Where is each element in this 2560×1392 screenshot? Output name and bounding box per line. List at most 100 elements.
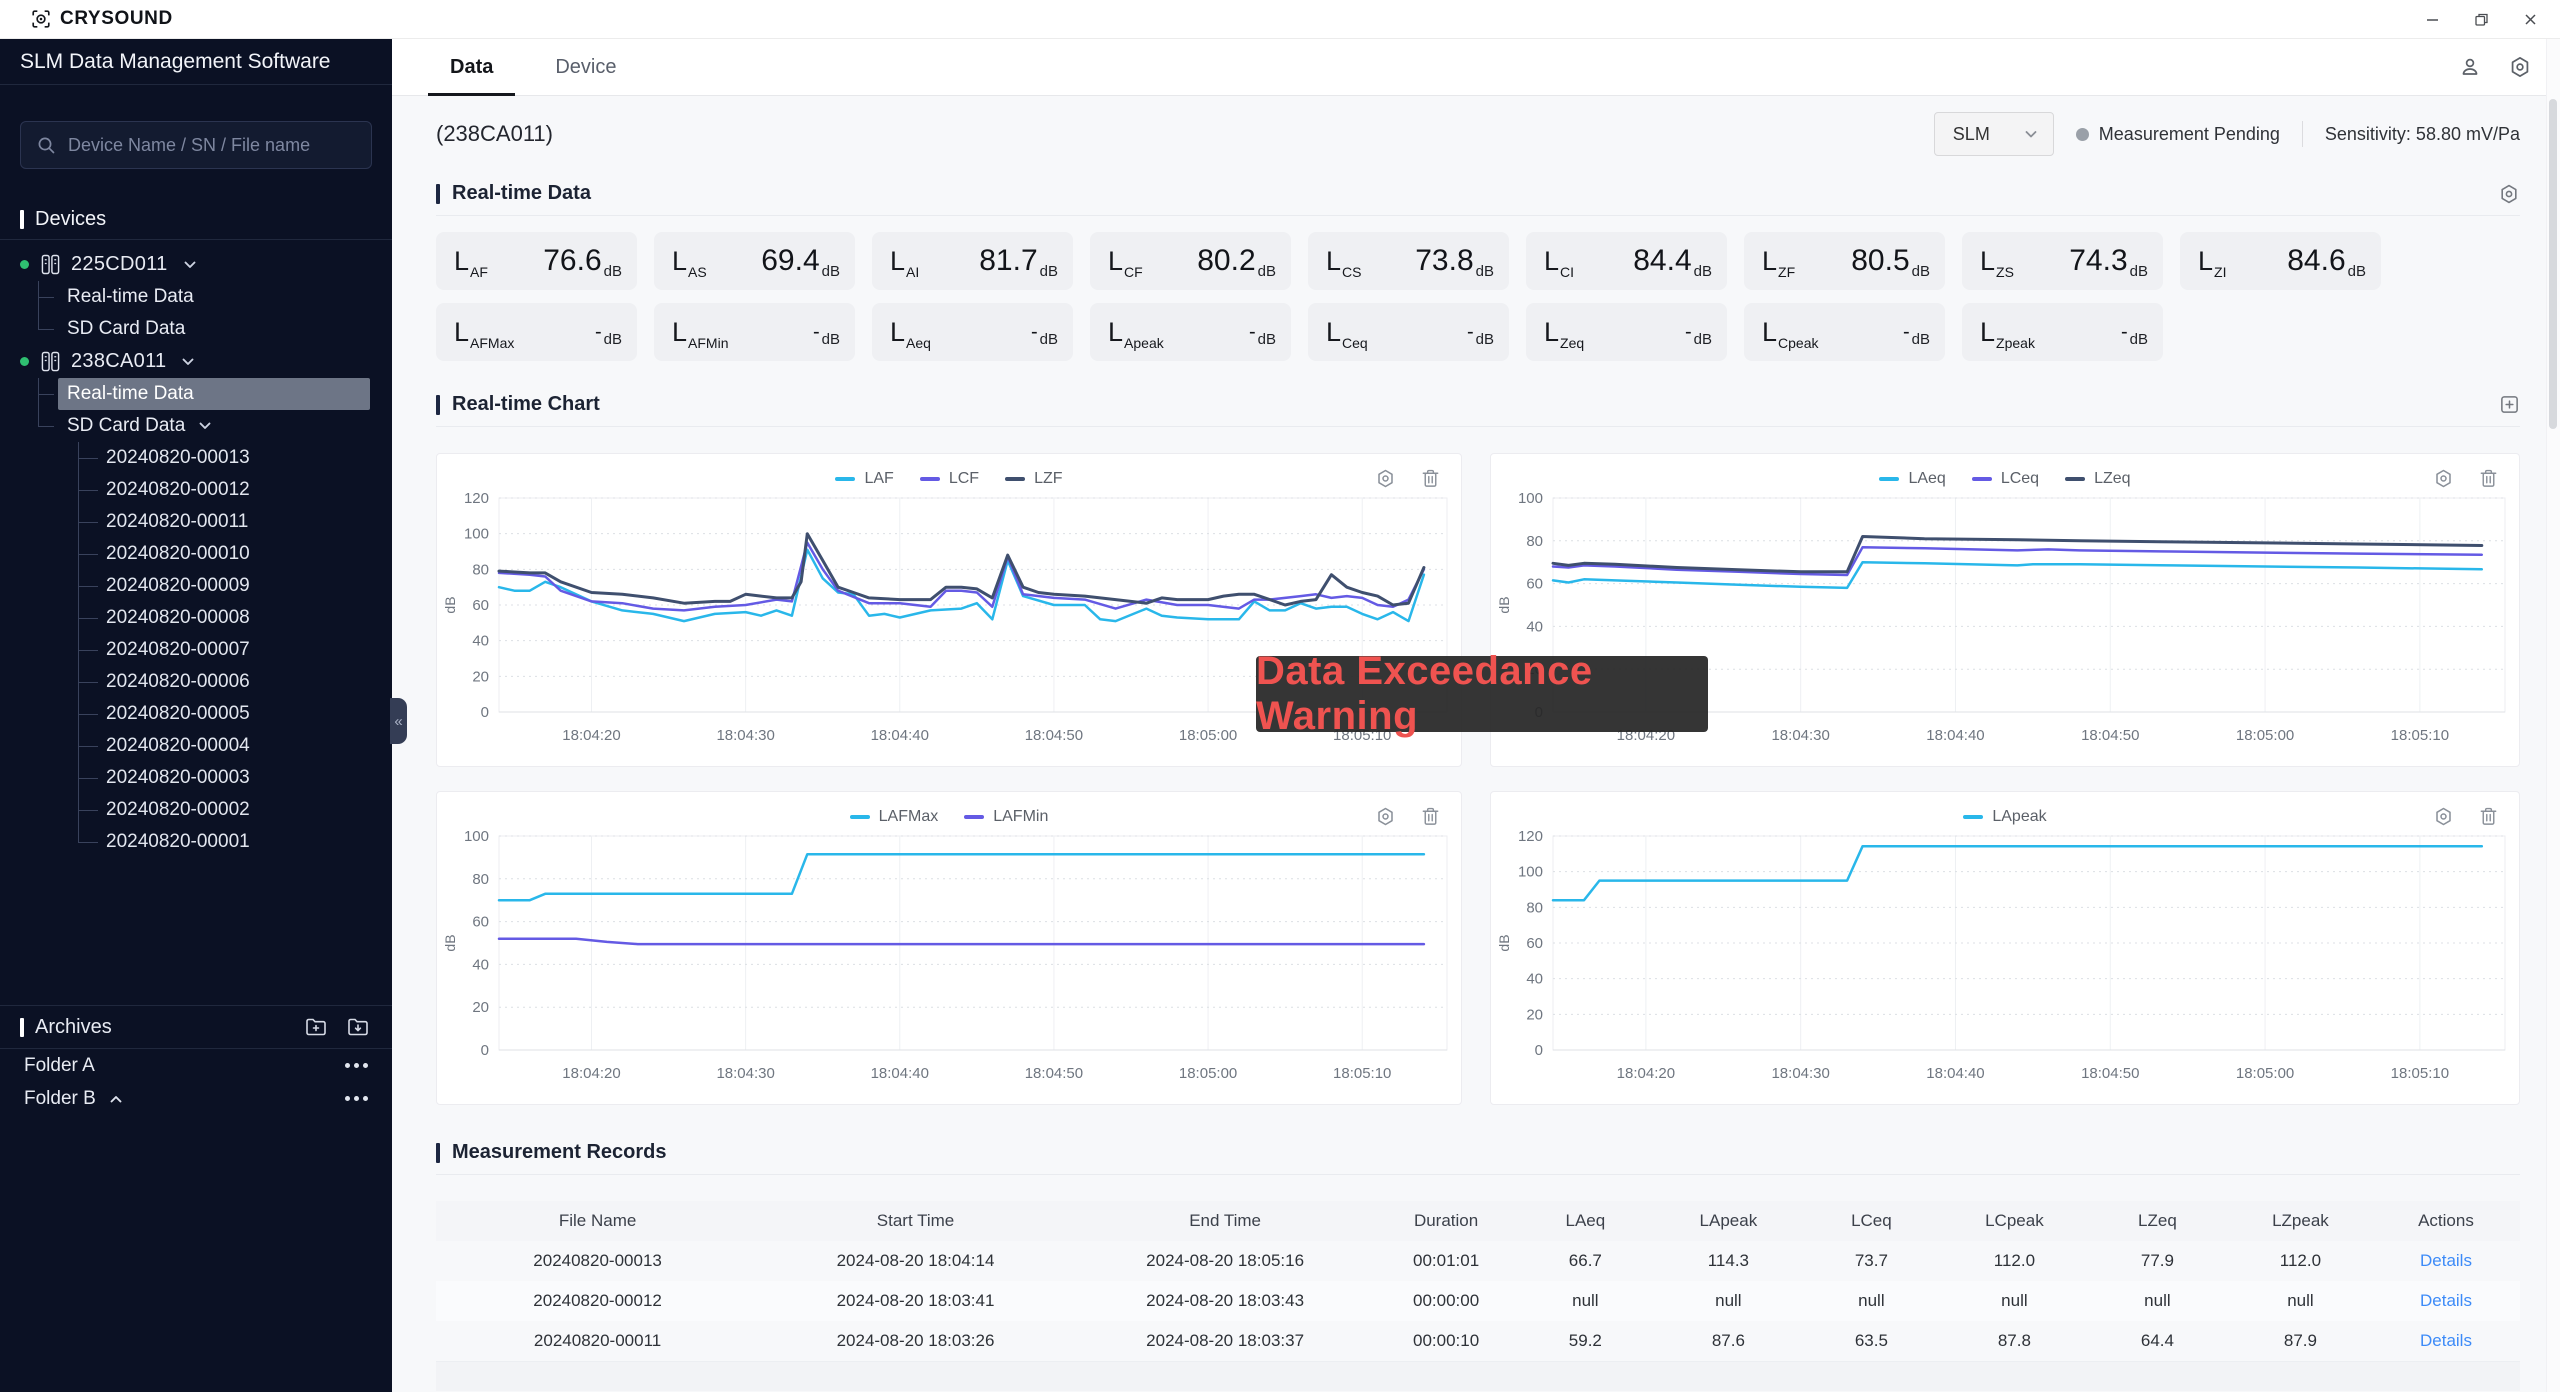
brand-logo: CRYSOUND xyxy=(30,8,173,30)
metric-value: 80.5dB xyxy=(1851,244,1930,278)
legend-item-LAFMin[interactable]: LAFMin xyxy=(964,808,1048,826)
metric-label: LCF xyxy=(1108,246,1143,277)
window-titlebar: CRYSOUND xyxy=(0,0,2560,39)
table-cell: 20240820-00013 xyxy=(436,1241,759,1281)
svg-text:80: 80 xyxy=(1526,533,1543,550)
legend-item-LZeq[interactable]: LZeq xyxy=(2065,470,2130,488)
chart-settings-icon[interactable] xyxy=(2433,468,2454,489)
device-child-real-time-data[interactable]: Real-time Data xyxy=(38,281,392,313)
device-child-sd-card-data[interactable]: SD Card Data xyxy=(38,410,392,442)
table-cell: null xyxy=(1800,1281,1943,1321)
file-item[interactable]: 20240820-00004 xyxy=(78,730,392,762)
file-item[interactable]: 20240820-00006 xyxy=(78,666,392,698)
legend-swatch xyxy=(850,815,870,819)
archive-folder[interactable]: Folder B xyxy=(0,1082,392,1115)
file-item[interactable]: 20240820-00010 xyxy=(78,538,392,570)
svg-text:18:04:50: 18:04:50 xyxy=(1025,1065,1083,1082)
file-item[interactable]: 20240820-00008 xyxy=(78,602,392,634)
svg-text:18:04:20: 18:04:20 xyxy=(1617,1065,1675,1082)
legend-item-LApeak[interactable]: LApeak xyxy=(1963,808,2046,826)
archive-folder[interactable]: Folder A xyxy=(0,1049,392,1082)
column-header-lceq: LCeq xyxy=(1800,1201,1943,1241)
legend-item-LCF[interactable]: LCF xyxy=(920,470,979,488)
legend-swatch xyxy=(2065,477,2085,481)
svg-text:18:04:40: 18:04:40 xyxy=(871,727,929,744)
file-item[interactable]: 20240820-00013 xyxy=(78,442,392,474)
file-item[interactable]: 20240820-00005 xyxy=(78,698,392,730)
chevron-down-icon[interactable] xyxy=(180,354,196,370)
file-item[interactable]: 20240820-00003 xyxy=(78,762,392,794)
device-node-238CA011[interactable]: 238CA011 xyxy=(0,345,392,378)
search-icon xyxy=(37,136,56,155)
metric-value: -dB xyxy=(1467,321,1494,344)
metric-cards-row1: LAF 76.6dB LAS 69.4dB LAI 81.7dB LCF 80.… xyxy=(436,232,2520,290)
svg-text:18:04:50: 18:04:50 xyxy=(2081,727,2139,744)
table-cell: 2024-08-20 18:03:37 xyxy=(1072,1321,1378,1361)
chart-delete-icon[interactable] xyxy=(1420,468,1441,489)
device-icon xyxy=(41,351,60,372)
new-folder-icon[interactable] xyxy=(304,1015,328,1039)
file-item[interactable]: 20240820-00007 xyxy=(78,634,392,666)
device-online-dot xyxy=(20,357,29,366)
table-cell: null xyxy=(1657,1281,1800,1321)
svg-text:18:05:00: 18:05:00 xyxy=(2236,1065,2294,1082)
import-folder-icon[interactable] xyxy=(346,1015,370,1039)
svg-text:0: 0 xyxy=(1535,1042,1543,1059)
settings-icon[interactable] xyxy=(2508,55,2532,79)
file-item[interactable]: 20240820-00002 xyxy=(78,794,392,826)
restore-button[interactable] xyxy=(2474,12,2489,27)
tab-device[interactable]: Device xyxy=(533,39,638,95)
chart-settings-icon[interactable] xyxy=(1375,468,1396,489)
svg-text:40: 40 xyxy=(1526,971,1543,988)
chart-delete-icon[interactable] xyxy=(1420,806,1441,827)
scrollbar-track[interactable] xyxy=(2546,39,2560,1392)
tab-data[interactable]: Data xyxy=(428,39,515,95)
legend-item-LCeq[interactable]: LCeq xyxy=(1972,470,2039,488)
user-icon[interactable] xyxy=(2458,55,2482,79)
svg-text:dB: dB xyxy=(1496,596,1512,613)
device-child-sd-card-data[interactable]: SD Card Data xyxy=(38,313,392,345)
legend-item-LZF[interactable]: LZF xyxy=(1005,470,1062,488)
chart-settings-icon[interactable] xyxy=(2433,806,2454,827)
details-link[interactable]: Details xyxy=(2420,1291,2472,1310)
section-realtime-data: Real-time Data xyxy=(436,172,2520,216)
legend-swatch xyxy=(964,815,984,819)
table-cell: 114.3 xyxy=(1657,1241,1800,1281)
device-node-225CD011[interactable]: 225CD011 xyxy=(0,248,392,281)
chevron-down-icon[interactable] xyxy=(182,257,198,273)
details-link[interactable]: Details xyxy=(2420,1251,2472,1270)
chevron-up-icon[interactable] xyxy=(108,1091,124,1107)
file-item[interactable]: 20240820-00011 xyxy=(78,506,392,538)
file-item[interactable]: 20240820-00009 xyxy=(78,570,392,602)
legend-item-LAeq[interactable]: LAeq xyxy=(1879,470,1945,488)
realtime-data-settings-icon[interactable] xyxy=(2498,183,2520,205)
metric-card-LAFMin: LAFMin -dB xyxy=(654,303,855,361)
legend-swatch xyxy=(1972,477,1992,481)
svg-text:18:05:00: 18:05:00 xyxy=(2236,727,2294,744)
file-item[interactable]: 20240820-00012 xyxy=(78,474,392,506)
svg-text:18:05:10: 18:05:10 xyxy=(2391,1065,2449,1082)
details-link[interactable]: Details xyxy=(2420,1331,2472,1350)
folder-more-icon[interactable] xyxy=(345,1063,368,1068)
chevron-down-icon[interactable] xyxy=(197,418,213,434)
scrollbar-thumb[interactable] xyxy=(2549,99,2557,429)
mode-select[interactable]: SLM xyxy=(1934,112,2054,156)
table-cell: 64.4 xyxy=(2086,1321,2229,1361)
chart-delete-icon[interactable] xyxy=(2478,806,2499,827)
device-search-input[interactable]: Device Name / SN / File name xyxy=(20,121,372,169)
folder-more-icon[interactable] xyxy=(345,1096,368,1101)
legend-item-LAF[interactable]: LAF xyxy=(835,470,893,488)
close-button[interactable] xyxy=(2523,12,2538,27)
chart-delete-icon[interactable] xyxy=(2478,468,2499,489)
file-item[interactable]: 20240820-00001 xyxy=(78,826,392,858)
add-chart-icon[interactable] xyxy=(2499,394,2520,415)
sidebar-collapse-handle[interactable]: « xyxy=(390,698,407,744)
minimize-button[interactable] xyxy=(2425,12,2440,27)
svg-text:40: 40 xyxy=(472,633,489,650)
metric-value: -dB xyxy=(1249,321,1276,344)
column-header-lzeq: LZeq xyxy=(2086,1201,2229,1241)
device-child-real-time-data[interactable]: Real-time Data xyxy=(38,378,392,410)
legend-item-LAFMax[interactable]: LAFMax xyxy=(850,808,939,826)
chart-settings-icon[interactable] xyxy=(1375,806,1396,827)
content-panel: (238CA011) SLM Measurement Pending Sensi… xyxy=(392,96,2560,1392)
